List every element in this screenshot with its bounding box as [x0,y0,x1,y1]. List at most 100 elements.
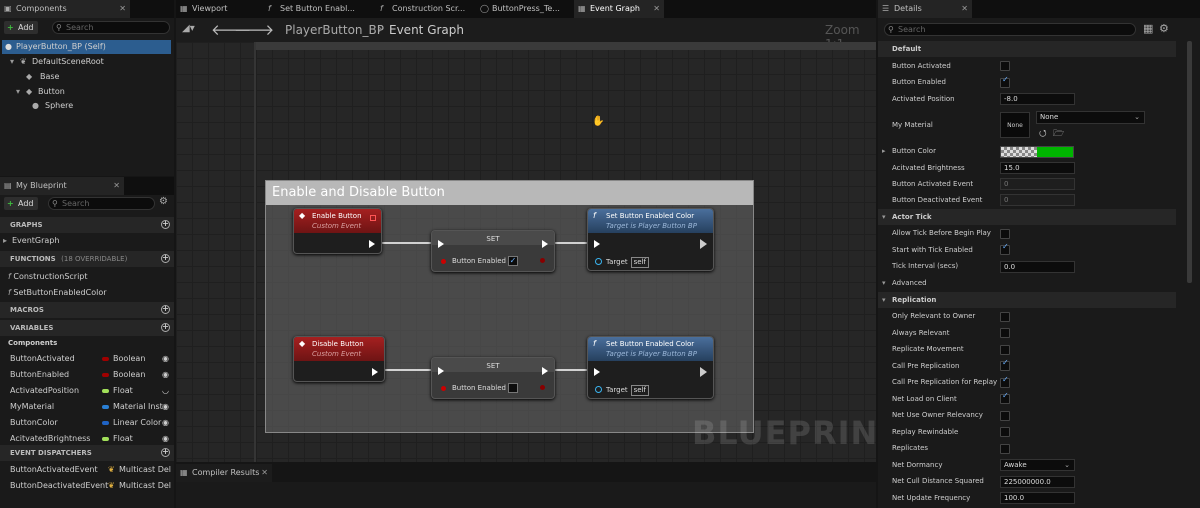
tab-my-blueprint[interactable]: ▤ My Blueprint ✕ [0,177,124,195]
replay-rewindable-checkbox[interactable] [1000,427,1010,437]
exec-out-pin[interactable] [542,367,548,375]
tree-item-button[interactable]: ▾ ◆ Button [16,85,65,99]
call-pre-replication-checkbox[interactable] [1000,358,1010,371]
tree-item-self[interactable]: ● PlayerButton_BP (Self) [2,40,171,54]
add-function-icon[interactable]: + [161,254,170,263]
blueprint-search-input[interactable]: ⚲ Search [48,197,155,210]
browse-folder-icon[interactable]: 🗁 [1053,126,1064,142]
set-button-enabled-color-node[interactable]: f Set Button Enabled Color Target is Pla… [587,208,714,271]
exec-in-pin[interactable] [438,367,444,375]
variable-item[interactable]: ButtonActivated Boolean ◉ [0,351,174,367]
brightness-field[interactable]: 15.0 [1000,162,1075,174]
button-enabled-checkbox[interactable]: ✓ [508,256,518,266]
tab-components[interactable]: ▣ Components ✕ [0,0,130,18]
close-icon[interactable]: ✕ [119,0,126,18]
prop-advanced[interactable]: ▾ Advanced [878,275,1176,292]
button-activated-checkbox[interactable] [1000,61,1010,71]
variables-components-category[interactable]: Components [0,335,174,351]
variable-item[interactable]: ButtonColor Linear Color ◉ [0,415,174,431]
section-event-dispatchers[interactable]: EVENT DISPATCHERS + [0,445,174,461]
bool-out-pin-icon[interactable] [540,258,545,263]
exec-out-pin[interactable] [700,367,707,377]
bool-out-pin-icon[interactable] [540,385,545,390]
self-pill[interactable]: self [630,257,650,268]
set-node[interactable]: SET Button Enabled ✓ [431,230,555,272]
bool-pin-icon[interactable] [441,386,446,391]
net-use-owner-checkbox[interactable] [1000,411,1010,421]
add-variable-icon[interactable]: + [161,323,170,332]
tab-construction-script[interactable]: f Construction Scr... [376,0,466,18]
exec-out-pin[interactable] [700,239,707,249]
tree-item-defaultsceneroot[interactable]: ▾ ❦ DefaultSceneRoot [10,55,104,69]
function-item-constructionscript[interactable]: f ConstructionScript [0,269,174,285]
add-dispatcher-icon[interactable]: + [161,448,170,457]
bookmark-icon[interactable]: ◢▾ [182,23,195,34]
net-load-checkbox[interactable] [1000,391,1010,404]
net-update-field[interactable]: 100.0 [1000,492,1075,504]
reset-arrow-icon[interactable]: ⭯ [1039,126,1047,142]
start-tick-checkbox[interactable] [1000,242,1010,255]
eye-closed-icon[interactable]: ◡ [162,383,169,399]
dispatcher-item[interactable]: ButtonActivatedEvent ❦ Multicast Del [0,462,174,478]
tab-compiler-results[interactable]: ▦ Compiler Results ✕ [176,464,272,482]
tab-viewport[interactable]: ▦ Viewport [176,0,254,18]
graph-canvas[interactable]: ✋ Enable and Disable Button ◆ Enable But… [176,42,900,462]
eye-icon[interactable]: ◉ [162,399,169,415]
eye-icon[interactable]: ◉ [162,351,169,367]
disable-button-event-node[interactable]: ◆ Disable Button Custom Event [293,336,385,382]
tick-interval-field[interactable]: 0.0 [1000,261,1075,273]
forward-arrow-icon[interactable]: 🡒 [234,20,274,39]
add-component-button[interactable]: + Add [4,21,38,34]
graph-item-eventgraph[interactable]: ▸ EventGraph [0,233,174,249]
bool-pin-icon[interactable] [441,259,446,264]
delegate-pin-icon[interactable] [370,215,376,221]
exec-in-pin[interactable] [594,240,600,248]
close-icon[interactable]: ✕ [653,0,660,18]
exec-in-pin[interactable] [438,240,444,248]
eye-icon[interactable]: ◉ [162,431,169,447]
expand-arrow-icon[interactable]: ▾ [882,275,886,292]
add-member-button[interactable]: + Add [4,197,38,210]
tree-item-base[interactable]: ◆ Base [26,70,59,84]
close-icon[interactable]: ✕ [261,464,268,482]
variable-item[interactable]: MyMaterial Material Inst ◉ [0,399,174,415]
section-variables[interactable]: VARIABLES + [0,320,174,336]
dispatcher-item[interactable]: ButtonDeactivatedEvent ❦ Multicast Del [0,478,174,494]
button-color-swatch[interactable] [1000,146,1074,158]
button-enabled-checkbox[interactable] [508,383,518,393]
section-default[interactable]: Default [878,41,1176,57]
breadcrumb-root[interactable]: PlayerButton_BP [285,23,384,37]
call-pre-replication-dormant-checkbox[interactable] [1000,375,1010,388]
add-graph-icon[interactable]: + [161,220,170,229]
material-select[interactable]: None ⌄ [1036,111,1145,124]
set-node[interactable]: SET Button Enabled [431,357,555,399]
material-thumbnail[interactable]: None [1000,112,1030,138]
tab-event-graph[interactable]: ▦ Event Graph ✕ [574,0,664,18]
only-relevant-checkbox[interactable] [1000,312,1010,322]
tab-set-button-enabled[interactable]: f Set Button Enabl... [264,0,364,18]
activated-position-field[interactable]: -8.0 [1000,93,1075,105]
self-pill[interactable]: self [630,385,650,396]
eye-icon[interactable]: ◉ [162,367,169,383]
exec-out-pin[interactable] [542,240,548,248]
always-relevant-checkbox[interactable] [1000,328,1010,338]
eye-icon[interactable]: ◉ [162,415,169,431]
components-search-input[interactable]: ⚲ Search [52,21,170,34]
button-enabled-checkbox[interactable] [1000,75,1010,88]
tree-item-sphere[interactable]: ● Sphere [32,99,73,113]
variable-item[interactable]: ButtonEnabled Boolean ◉ [0,367,174,383]
section-replication[interactable]: ▾ Replication [878,292,1176,308]
object-pin-icon[interactable] [595,258,602,265]
replicate-movement-checkbox[interactable] [1000,345,1010,355]
enable-button-event-node[interactable]: ◆ Enable Button Custom Event [293,208,382,254]
net-cull-field[interactable]: 225000000.0 [1000,476,1075,488]
exec-out-pin[interactable] [369,240,375,248]
section-graphs[interactable]: GRAPHS + [0,217,174,233]
function-item-setbuttonenabledcolor[interactable]: f SetButtonEnabledColor [0,285,174,301]
allow-tick-checkbox[interactable] [1000,229,1010,239]
replicates-checkbox[interactable] [1000,444,1010,454]
close-icon[interactable]: ✕ [113,177,120,195]
variable-item[interactable]: ActivatedPosition Float ◡ [0,383,174,399]
section-functions[interactable]: FUNCTIONS (18 OVERRIDABLE) + [0,251,174,267]
object-pin-icon[interactable] [595,386,602,393]
